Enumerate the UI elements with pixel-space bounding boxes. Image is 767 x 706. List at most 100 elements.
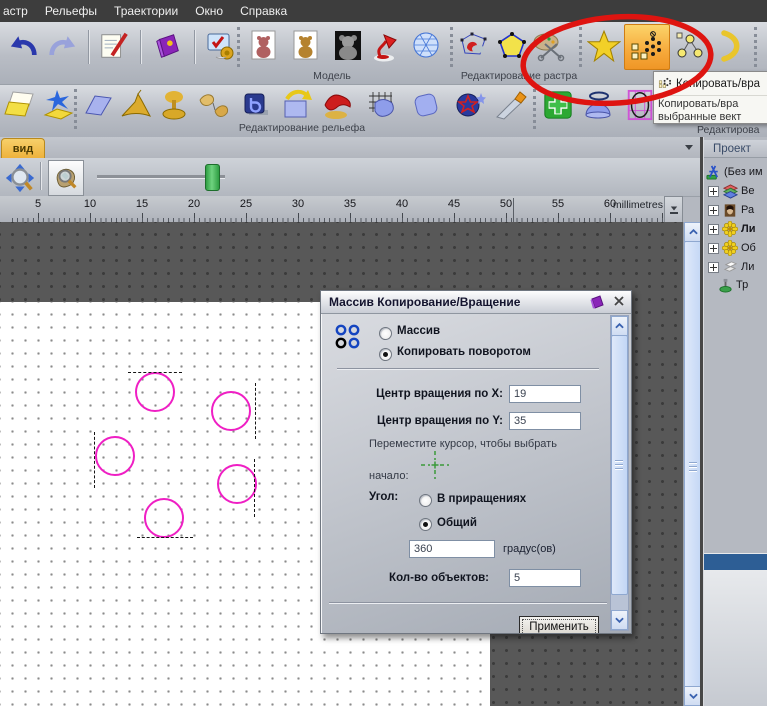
chevron-down-icon[interactable]	[685, 145, 693, 150]
wrap-arrow-icon[interactable]	[278, 87, 314, 123]
expand-plus-icon[interactable]	[708, 261, 719, 273]
radio-array[interactable]	[379, 327, 392, 340]
tree-item-root[interactable]: (Без им	[705, 163, 763, 181]
tree-item-relief-front[interactable]: Ли	[708, 220, 755, 238]
angle-input[interactable]	[409, 540, 495, 558]
vector-circle[interactable]	[144, 498, 184, 538]
tree-item-toolpaths[interactable]: Тр	[717, 276, 748, 294]
chisel-icon[interactable]	[492, 87, 528, 123]
zoom-objects-icon[interactable]	[48, 160, 84, 196]
options-icon[interactable]	[202, 28, 238, 64]
dialog-close-icon[interactable]	[613, 295, 625, 310]
b-block-icon[interactable]	[238, 87, 274, 123]
expand-plus-icon[interactable]	[708, 242, 719, 254]
radio-total-label[interactable]: Общий	[437, 517, 477, 529]
group-separator	[579, 27, 585, 67]
menu-item-reliefs[interactable]: Рельефы	[45, 4, 97, 18]
arc-icon[interactable]	[712, 28, 748, 64]
radio-incremental[interactable]	[419, 494, 432, 507]
zoom-fit-icon[interactable]	[2, 160, 38, 196]
model-photo-icon[interactable]	[330, 28, 366, 64]
menu-item-window[interactable]: Окно	[195, 4, 223, 18]
add-relief-icon[interactable]	[540, 87, 576, 123]
dome-halo-icon[interactable]	[580, 87, 616, 123]
vector-paint-icon[interactable]	[456, 28, 492, 64]
array-copy-rotate-dialog: Массив Копирование/Вращение Массив Копир…	[320, 290, 632, 634]
canvas-vertical-scrollbar[interactable]	[683, 222, 703, 706]
ruler-tick: 25	[239, 198, 253, 210]
volcano-icon[interactable]	[118, 87, 154, 123]
radio-total[interactable]	[419, 518, 432, 531]
tree-item-bitmap[interactable]: Ра	[708, 201, 754, 219]
tree-item-label: Тр	[736, 279, 749, 291]
tooltip-title: Копировать/вра	[676, 77, 761, 90]
scrollbar-thumb[interactable]	[611, 335, 628, 595]
splash-icon[interactable]	[40, 87, 76, 123]
undo-icon[interactable]	[6, 28, 42, 64]
polygon-nodes-icon[interactable]	[494, 28, 530, 64]
ruler-options-button[interactable]	[664, 196, 683, 224]
selection-dash-segment	[255, 383, 256, 439]
expand-plus-icon[interactable]	[708, 204, 719, 216]
toolbar-row-1: Модель Редактирование растра	[0, 22, 767, 85]
group-label-relief: Редактирование рельефа	[238, 122, 366, 134]
drape-icon[interactable]	[320, 87, 356, 123]
radio-array-label[interactable]: Массив	[397, 325, 440, 337]
zoom-slider-handle[interactable]	[205, 164, 220, 191]
mesh-sphere-icon[interactable]	[408, 28, 444, 64]
panel-section-bar[interactable]	[704, 553, 767, 571]
help-book-icon[interactable]	[150, 28, 186, 64]
lamp-icon[interactable]	[368, 28, 404, 64]
hands-icon[interactable]	[196, 87, 232, 123]
group-separator	[754, 27, 760, 67]
tree-item-label: Ра	[741, 204, 755, 216]
sheets-icon[interactable]	[2, 87, 38, 123]
ruler-tick: 10	[83, 198, 97, 210]
pillow-wireframe-icon[interactable]	[364, 87, 400, 123]
menu-item-help[interactable]: Справка	[240, 4, 287, 18]
radio-incremental-label[interactable]: В приращениях	[437, 493, 526, 505]
dialog-title-bar[interactable]: Массив Копирование/Вращение	[321, 291, 631, 314]
model-open-icon[interactable]	[288, 28, 324, 64]
tree-item-sheets[interactable]: Ли	[708, 258, 754, 276]
scroll-up-button[interactable]	[611, 316, 628, 336]
vector-circle[interactable]	[95, 436, 135, 476]
dialog-scrollbar[interactable]	[610, 315, 629, 631]
vector-circle[interactable]	[135, 372, 175, 412]
expand-plus-icon[interactable]	[708, 185, 719, 197]
pick-hint-text: Переместите курсор, чтобы выбрать	[369, 438, 557, 450]
vectors-icon	[722, 183, 738, 199]
scroll-down-button[interactable]	[611, 610, 628, 630]
mushroom-icon[interactable]	[156, 87, 192, 123]
pick-hint-text-2: начало:	[369, 470, 409, 482]
menu-item-toolpaths[interactable]: Траектории	[114, 4, 178, 18]
star-icon[interactable]	[586, 28, 622, 64]
view-toolbar	[0, 158, 703, 197]
sphere-star-icon[interactable]	[452, 87, 488, 123]
tree-item-vectors[interactable]: Ве	[708, 182, 754, 200]
apply-button[interactable]: Применить	[519, 616, 599, 633]
plane-icon[interactable]	[80, 87, 116, 123]
tree-item-relief-back[interactable]: Об	[708, 239, 756, 257]
radio-copy-rotate-label[interactable]: Копировать поворотом	[397, 346, 531, 358]
tab-view[interactable]: вид	[1, 138, 45, 158]
model-new-icon[interactable]	[246, 28, 282, 64]
paste-along-vector-icon[interactable]	[672, 28, 708, 64]
thumb-grip	[615, 464, 623, 465]
smooth-square-icon[interactable]	[408, 87, 444, 123]
object-count-input[interactable]	[509, 569, 581, 587]
expand-plus-icon[interactable]	[708, 223, 719, 235]
tree-item-label: Ве	[741, 185, 755, 197]
block-copy-rotate-icon[interactable]	[624, 24, 670, 70]
thumb-grip	[615, 460, 623, 461]
edit-notes-icon[interactable]	[96, 28, 132, 64]
vector-circle[interactable]	[217, 464, 257, 504]
vector-circle[interactable]	[211, 391, 251, 431]
dialog-help-book-icon[interactable]	[589, 294, 605, 313]
redo-icon[interactable]	[44, 28, 80, 64]
center-y-input[interactable]	[509, 412, 581, 430]
center-x-input[interactable]	[509, 385, 581, 403]
radio-copy-rotate[interactable]	[379, 348, 392, 361]
menu-item-raster[interactable]: астр	[3, 4, 28, 18]
palette-scissors-icon[interactable]	[530, 28, 566, 64]
